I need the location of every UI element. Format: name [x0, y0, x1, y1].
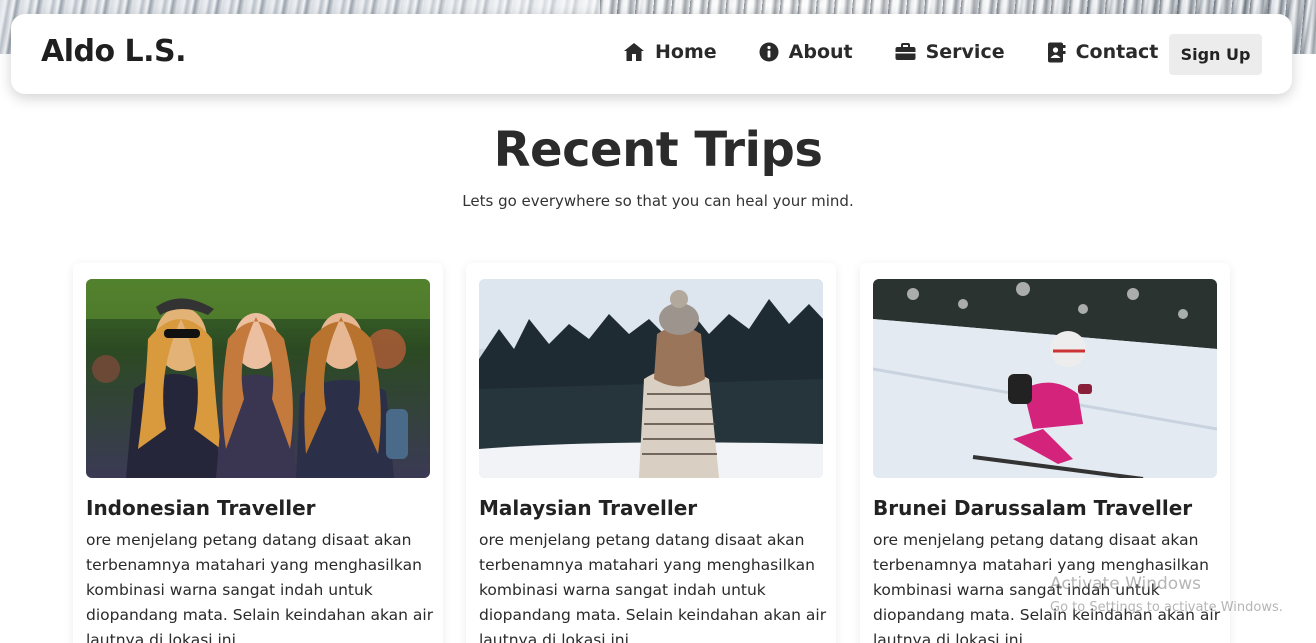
- nav-item-about[interactable]: About: [759, 41, 853, 63]
- card-title: Malaysian Traveller: [479, 496, 698, 520]
- nav-item-label: Contact: [1075, 41, 1159, 63]
- trip-card[interactable]: Malaysian Traveller ore menjelang petang…: [466, 263, 836, 643]
- signup-button[interactable]: Sign Up: [1169, 34, 1262, 75]
- section-title: Recent Trips: [493, 122, 823, 178]
- home-icon: [624, 43, 644, 61]
- nav-item-home[interactable]: Home: [623, 41, 717, 63]
- nav-item-label: Home: [655, 41, 717, 63]
- navbar: Aldo L.S. Home About Service Contact Sig…: [11, 14, 1292, 94]
- woman-snowy-forest-photo: [479, 279, 823, 478]
- section-subtitle: Lets go everywhere so that you can heal …: [462, 192, 854, 210]
- nav-item-contact[interactable]: Contact: [1047, 41, 1159, 63]
- nav-links: Home About Service Contact: [623, 41, 1158, 63]
- activate-windows-title: Activate Windows: [1050, 574, 1201, 594]
- nav-item-label: About: [788, 41, 853, 63]
- activate-windows-subtitle: Go to Settings to activate Windows.: [1050, 600, 1283, 615]
- site-logo[interactable]: Aldo L.S.: [41, 34, 187, 69]
- nav-item-service[interactable]: Service: [895, 41, 1005, 63]
- card-title: Indonesian Traveller: [86, 496, 316, 520]
- child-skiing-photo: [873, 279, 1217, 478]
- card-text: ore menjelang petang datang disaat akan …: [86, 531, 434, 643]
- info-icon: [759, 42, 779, 62]
- card-title: Brunei Darussalam Traveller: [873, 496, 1193, 520]
- card-text: ore menjelang petang datang disaat akan …: [479, 531, 827, 643]
- friends-at-festival-photo: [86, 279, 430, 478]
- briefcase-icon: [895, 43, 916, 60]
- contact-book-icon: [1047, 42, 1066, 62]
- trip-card[interactable]: Indonesian Traveller ore menjelang petan…: [73, 263, 443, 643]
- nav-item-label: Service: [925, 41, 1005, 63]
